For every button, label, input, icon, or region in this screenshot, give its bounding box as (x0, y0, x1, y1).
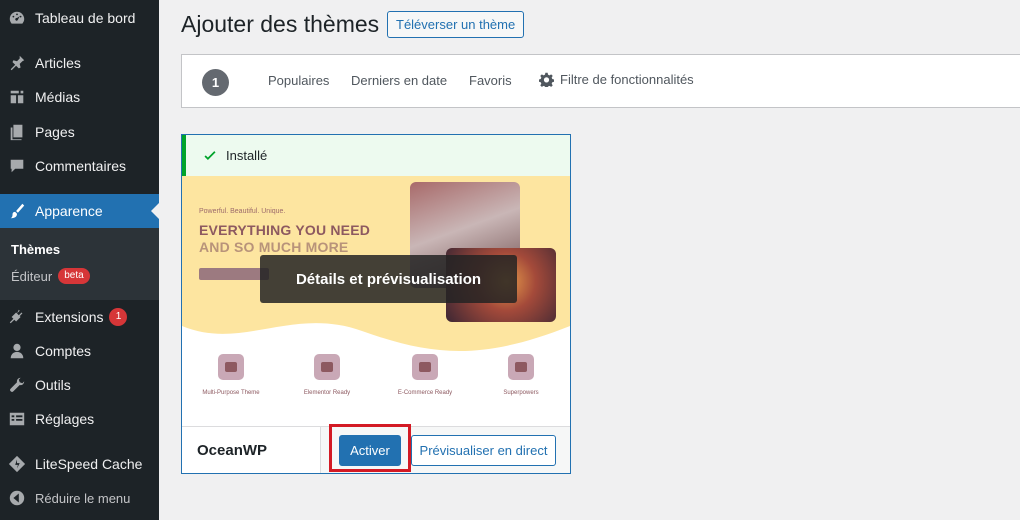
feature-label: E-Commerce Ready (397, 390, 453, 396)
collapse-icon (7, 488, 27, 508)
filter-latest[interactable]: Derniers en date (351, 73, 447, 88)
comments-icon (7, 156, 27, 176)
details-preview-overlay[interactable]: Détails et prévisualisation (260, 255, 517, 303)
theme-card-footer: OceanWP Activer Prévisualiser en direct (182, 424, 570, 473)
feature-elementor: Elementor Ready (292, 354, 362, 396)
hero-cta-button (199, 268, 269, 280)
menu-label: Médias (35, 89, 81, 105)
hero-headline-2: AND SO MUCH MORE (199, 239, 349, 255)
submenu-editor[interactable]: Éditeur beta (11, 268, 90, 284)
upload-theme-button[interactable]: Téléverser un thème (387, 11, 525, 38)
menu-label: Outils (35, 377, 71, 393)
menu-item-litespeed[interactable]: LiteSpeed Cache (0, 447, 159, 481)
feature-superpowers: Superpowers (486, 354, 556, 396)
hero-headline-1: EVERYTHING YOU NEED (199, 222, 371, 238)
menu-label: LiteSpeed Cache (35, 456, 143, 472)
theme-filter-bar: 1 Populaires Derniers en date Favoris Fi… (181, 54, 1020, 108)
menu-item-settings[interactable]: Réglages (0, 402, 159, 436)
menu-item-medias[interactable]: Médias (0, 80, 159, 114)
feature-icon (218, 354, 244, 380)
theme-screenshot[interactable]: Powerful. Beautiful. Unique. EVERYTHING … (182, 176, 570, 426)
feature-filter-label: Filtre de fonctionnalités (560, 72, 694, 87)
submenu-label: Thèmes (11, 242, 61, 257)
beta-badge: beta (58, 268, 90, 284)
submenu-themes[interactable]: Thèmes (11, 242, 60, 257)
menu-label: Commentaires (35, 158, 127, 174)
user-icon (7, 341, 27, 361)
submenu-label: Éditeur (11, 268, 53, 284)
gear-icon (539, 72, 554, 87)
pin-icon (7, 53, 27, 73)
feature-icon (412, 354, 438, 380)
menu-item-accounts[interactable]: Comptes (0, 334, 159, 368)
menu-label: Pages (35, 124, 75, 140)
menu-item-comments[interactable]: Commentaires (0, 149, 159, 183)
theme-actions: Activer Prévisualiser en direct (320, 424, 570, 473)
menu-item-dashboard[interactable]: Tableau de bord (0, 1, 159, 35)
menu-item-appearance[interactable]: Apparence (0, 194, 159, 228)
filter-favorites[interactable]: Favoris (469, 73, 512, 88)
feature-ecommerce: E-Commerce Ready (390, 354, 460, 396)
pages-icon (7, 122, 27, 142)
dashboard-icon (7, 8, 27, 28)
menu-label: Réglages (35, 411, 95, 427)
installed-notice: Installé (182, 135, 570, 176)
feature-label: Superpowers (503, 390, 539, 396)
theme-name: OceanWP (197, 442, 268, 459)
feature-label: Multi-Purpose Theme (202, 390, 260, 396)
menu-label: Apparence (35, 203, 103, 219)
feature-icon (508, 354, 534, 380)
litespeed-icon (7, 454, 27, 474)
live-preview-button[interactable]: Prévisualiser en direct (411, 435, 556, 466)
installed-label: Installé (226, 148, 268, 163)
filter-popular[interactable]: Populaires (268, 73, 329, 88)
plugin-icon (7, 307, 27, 327)
theme-count: 1 (202, 69, 229, 96)
feature-filter-link[interactable]: Filtre de fonctionnalités (539, 72, 694, 87)
menu-label: Extensions (35, 309, 104, 325)
settings-icon (7, 409, 27, 429)
page-title: Ajouter des thèmes (181, 11, 380, 37)
admin-sidebar: Tableau de bord Articles Médias Pages Co… (0, 0, 159, 520)
update-count-badge: 1 (109, 308, 128, 326)
menu-label: Comptes (35, 343, 92, 359)
feature-icon (314, 354, 340, 380)
hero-tagline: Powerful. Beautiful. Unique. (199, 208, 286, 215)
menu-label: Réduire le menu (35, 490, 131, 506)
appearance-submenu: Thèmes Éditeur beta (0, 228, 159, 300)
collapse-menu-button[interactable]: Réduire le menu (0, 481, 159, 515)
menu-label: Tableau de bord (35, 10, 136, 26)
brush-icon (7, 201, 27, 221)
menu-item-tools[interactable]: Outils (0, 368, 159, 402)
menu-item-articles[interactable]: Articles (0, 46, 159, 80)
check-icon (204, 150, 216, 160)
menu-item-pages[interactable]: Pages (0, 115, 159, 149)
feature-label: Elementor Ready (303, 390, 351, 396)
theme-card[interactable]: Installé Powerful. Beautiful. Unique. EV… (181, 134, 571, 474)
menu-label: Articles (35, 55, 81, 71)
media-icon (7, 87, 27, 107)
activate-button[interactable]: Activer (339, 435, 401, 466)
menu-item-extensions[interactable]: Extensions 1 (0, 300, 159, 334)
feature-multipurpose: Multi-Purpose Theme (196, 354, 266, 396)
wrench-icon (7, 375, 27, 395)
